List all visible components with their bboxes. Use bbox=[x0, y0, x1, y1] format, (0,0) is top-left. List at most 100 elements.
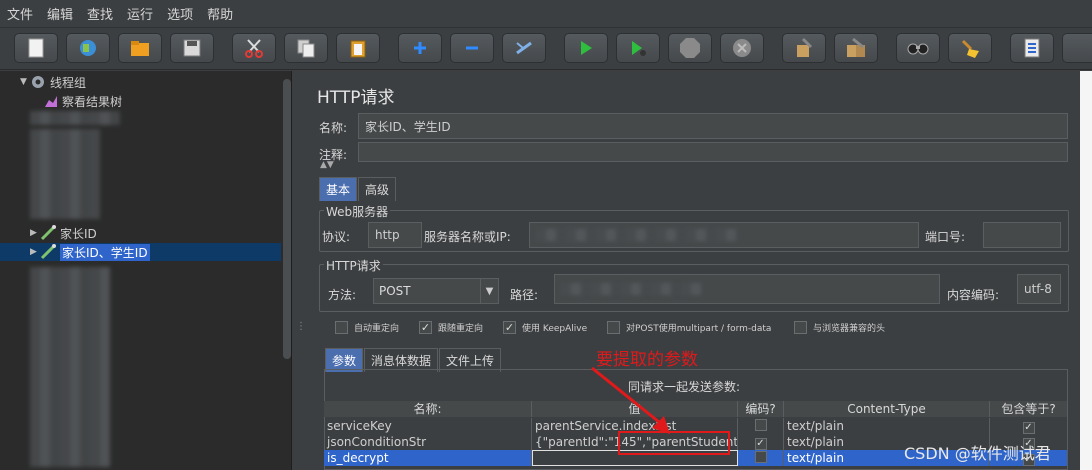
cut-button[interactable] bbox=[232, 33, 276, 63]
checkbox-icon[interactable] bbox=[794, 321, 807, 334]
menu-edit[interactable]: 编辑 bbox=[46, 2, 74, 25]
page-title: HTTP请求 bbox=[317, 88, 395, 108]
search-icon bbox=[907, 43, 929, 55]
checkbox-icon[interactable] bbox=[754, 451, 767, 463]
col-header-content-type[interactable]: Content-Type bbox=[784, 401, 990, 417]
checkbox-icon[interactable] bbox=[335, 321, 348, 334]
menu-options[interactable]: 选项 bbox=[166, 2, 194, 25]
toggle-button[interactable] bbox=[502, 33, 546, 63]
param-name[interactable]: jsonConditionStr bbox=[324, 434, 532, 450]
param-encode[interactable] bbox=[738, 450, 784, 466]
clear-button[interactable] bbox=[782, 33, 826, 63]
clear-all-button[interactable] bbox=[834, 33, 878, 63]
method-select[interactable]: POST ▼ bbox=[373, 278, 499, 304]
annotation-arrow-icon bbox=[591, 366, 670, 434]
checkbox-checked-icon[interactable]: ✓ bbox=[1022, 422, 1035, 434]
stop-button[interactable] bbox=[668, 33, 712, 63]
expand-icon bbox=[414, 42, 426, 54]
function-helper-button[interactable] bbox=[1010, 33, 1054, 63]
port-label: 端口号: bbox=[925, 230, 966, 244]
tree-node-thread-group[interactable]: ▼ 线程组 bbox=[20, 73, 291, 91]
menu-file[interactable]: 文件 bbox=[6, 2, 34, 25]
new-button[interactable] bbox=[14, 33, 58, 63]
collapse-button[interactable] bbox=[450, 33, 494, 63]
tree-scrollbar[interactable] bbox=[283, 79, 291, 359]
port-input[interactable] bbox=[983, 222, 1061, 248]
search-button[interactable] bbox=[896, 33, 940, 63]
param-content-type[interactable]: text/plain bbox=[784, 418, 990, 434]
panel-splitter[interactable]: ⋮ bbox=[293, 71, 306, 470]
col-header-encode[interactable]: 编码? bbox=[738, 401, 784, 417]
checkbox-checked-icon[interactable]: ✓ bbox=[754, 438, 767, 450]
path-input[interactable] bbox=[554, 274, 940, 304]
keepalive-checkbox[interactable]: ✓ 使用 KeepAlive bbox=[503, 321, 587, 334]
tree-node-view-results-tree[interactable]: 察看结果树 bbox=[44, 92, 291, 110]
col-header-include-equals[interactable]: 包含等于? bbox=[990, 401, 1068, 417]
checkbox-checked-icon[interactable]: ✓ bbox=[419, 321, 432, 334]
param-encode[interactable] bbox=[738, 418, 784, 434]
param-name[interactable]: is_decrypt bbox=[324, 450, 532, 466]
reset-search-button[interactable] bbox=[948, 33, 992, 63]
redacted-server bbox=[536, 229, 736, 241]
copy-button[interactable] bbox=[284, 33, 328, 63]
checkbox-icon[interactable] bbox=[607, 321, 620, 334]
drag-handle-icon: ⋮ bbox=[296, 321, 306, 332]
start-no-pause-button[interactable] bbox=[616, 33, 660, 63]
test-plan-tree: ▼ 线程组 察看结果树 ▶ 家长ID ▶ 家长ID、学生ID bbox=[0, 71, 292, 470]
table-header: 名称: 值 编码? Content-Type 包含等于? bbox=[324, 401, 1068, 417]
collapsed-arrow-icon[interactable]: ▶ bbox=[30, 247, 40, 257]
name-input[interactable]: 家长ID、学生ID bbox=[358, 113, 1068, 139]
menu-bar: 文件 编辑 查找 运行 选项 帮助 bbox=[0, 0, 1092, 28]
param-name[interactable]: serviceKey bbox=[324, 418, 532, 434]
protocol-label: 协议: bbox=[322, 230, 351, 244]
chevron-down-icon[interactable]: ▼ bbox=[480, 279, 498, 303]
param-encode[interactable]: ✓ bbox=[738, 434, 784, 450]
protocol-value: http bbox=[375, 228, 400, 242]
checkbox-checked-icon[interactable]: ✓ bbox=[503, 321, 516, 334]
browser-headers-checkbox[interactable]: 与浏览器兼容的头 bbox=[794, 321, 885, 334]
shutdown-button[interactable] bbox=[720, 33, 764, 63]
menu-help[interactable]: 帮助 bbox=[206, 2, 234, 25]
server-input[interactable] bbox=[529, 222, 919, 248]
menu-search[interactable]: 查找 bbox=[86, 2, 114, 25]
http-request-panel: HTTP请求 名称: 家长ID、学生ID 注释: ▲▼ 基本 高级 Web服务器… bbox=[306, 71, 1092, 470]
collapse-arrow-icon[interactable]: ▲▼ bbox=[320, 160, 334, 170]
expanded-arrow-icon[interactable]: ▼ bbox=[20, 77, 30, 87]
param-include-equals[interactable]: ✓ bbox=[990, 418, 1068, 434]
watermark: CSDN @软件测试君 bbox=[904, 444, 1051, 463]
protocol-input[interactable]: http bbox=[368, 222, 422, 248]
start-icon bbox=[581, 41, 592, 55]
comment-input[interactable] bbox=[358, 142, 1068, 162]
menu-run[interactable]: 运行 bbox=[126, 2, 154, 25]
tree-node-parent-id[interactable]: ▶ 家长ID bbox=[30, 224, 291, 242]
auto-redirect-checkbox[interactable]: 自动重定向 bbox=[335, 321, 399, 334]
templates-icon bbox=[80, 40, 96, 56]
chart-icon bbox=[45, 96, 57, 107]
redacted-tree-item bbox=[30, 111, 120, 125]
encoding-label: 内容编码: bbox=[947, 288, 1000, 302]
tab-basic[interactable]: 基本 bbox=[319, 177, 358, 201]
config-tabs: 基本 高级 bbox=[319, 177, 397, 201]
toolbar-overflow-button[interactable] bbox=[1062, 33, 1092, 63]
save-icon bbox=[183, 39, 201, 57]
checkbox-label: 对POST使用multipart / form-data bbox=[626, 324, 772, 334]
method-label: 方法: bbox=[328, 288, 357, 302]
follow-redirect-checkbox[interactable]: ✓ 跟随重定向 bbox=[419, 321, 483, 334]
expand-button[interactable] bbox=[398, 33, 442, 63]
col-header-name[interactable]: 名称: bbox=[324, 401, 532, 417]
checkbox-icon[interactable] bbox=[754, 419, 767, 431]
templates-button[interactable] bbox=[66, 33, 110, 63]
redacted-tree-items bbox=[30, 267, 110, 467]
save-button[interactable] bbox=[170, 33, 214, 63]
server-label: 服务器名称或IP: bbox=[424, 230, 511, 244]
open-button[interactable] bbox=[118, 33, 162, 63]
start-button[interactable] bbox=[564, 33, 608, 63]
method-value: POST bbox=[379, 284, 411, 298]
tab-advanced[interactable]: 高级 bbox=[358, 177, 397, 201]
checkbox-label: 使用 KeepAlive bbox=[522, 324, 588, 334]
tree-node-parent-student-id[interactable]: ▶ 家长ID、学生ID bbox=[0, 243, 281, 261]
encoding-input[interactable]: utf-8 bbox=[1017, 274, 1061, 304]
collapsed-arrow-icon[interactable]: ▶ bbox=[30, 228, 40, 238]
multipart-checkbox[interactable]: 对POST使用multipart / form-data bbox=[607, 321, 771, 334]
paste-button[interactable] bbox=[336, 33, 380, 63]
